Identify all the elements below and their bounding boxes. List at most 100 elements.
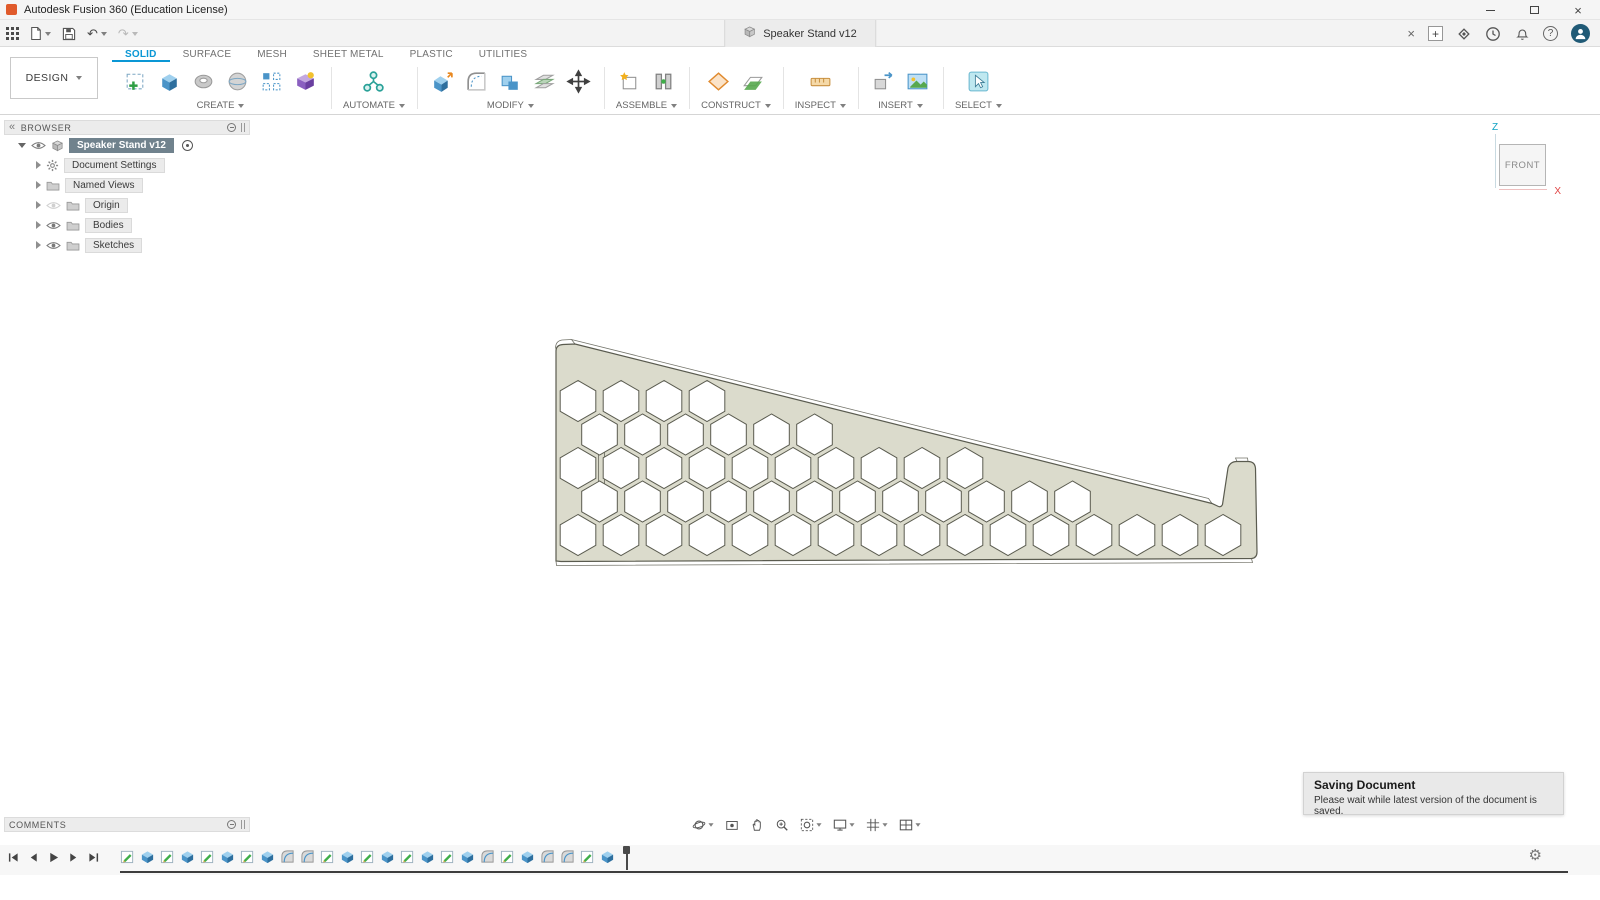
document-tab[interactable]: Speaker Stand v12 bbox=[724, 20, 876, 47]
extensions-icon[interactable] bbox=[1456, 26, 1472, 42]
timeline-track[interactable] bbox=[120, 871, 1568, 873]
redo-button[interactable]: ↷ bbox=[118, 27, 138, 40]
grid-snap-button[interactable] bbox=[862, 816, 892, 834]
panel-grip-icon[interactable] bbox=[241, 123, 245, 132]
timeline-feature-extrude-icon[interactable] bbox=[520, 849, 535, 864]
expand-arrow-icon[interactable] bbox=[36, 241, 41, 249]
timeline-feature-sketch-icon[interactable] bbox=[440, 849, 455, 864]
browser-item-document-settings[interactable]: Document Settings bbox=[4, 155, 250, 175]
browser-item-bodies[interactable]: Bodies bbox=[4, 215, 250, 235]
timeline-feature-extrude-icon[interactable] bbox=[460, 849, 475, 864]
root-component-label[interactable]: Speaker Stand v12 bbox=[69, 137, 174, 153]
expand-arrow-icon[interactable] bbox=[36, 201, 41, 209]
expand-arrow-icon[interactable] bbox=[18, 142, 26, 148]
browser-item-named-views[interactable]: Named Views bbox=[4, 175, 250, 195]
visibility-eye-icon[interactable] bbox=[31, 141, 46, 150]
select-menu[interactable]: SELECT bbox=[955, 98, 1002, 112]
timeline-feature-sketch-icon[interactable] bbox=[240, 849, 255, 864]
browser-item-label[interactable]: Bodies bbox=[85, 217, 132, 233]
press-pull-icon[interactable] bbox=[429, 68, 456, 95]
new-component-icon[interactable] bbox=[616, 68, 643, 95]
display-settings-button[interactable] bbox=[829, 816, 859, 834]
visibility-eye-icon[interactable] bbox=[46, 241, 61, 250]
timeline-feature-sketch-icon[interactable] bbox=[580, 849, 595, 864]
joint-icon[interactable] bbox=[650, 68, 677, 95]
extrude-icon[interactable] bbox=[156, 68, 183, 95]
timeline-feature-fillet-icon[interactable] bbox=[480, 849, 495, 864]
create-menu[interactable]: CREATE bbox=[197, 98, 245, 112]
tab-solid[interactable]: SOLID bbox=[112, 47, 170, 62]
pattern-icon[interactable] bbox=[258, 68, 285, 95]
browser-item-label[interactable]: Sketches bbox=[85, 237, 143, 253]
step-forward-button[interactable] bbox=[65, 849, 82, 866]
modify-menu[interactable]: MODIFY bbox=[487, 98, 534, 112]
construct-plane-icon[interactable] bbox=[705, 68, 732, 95]
revolve-icon[interactable] bbox=[190, 68, 217, 95]
timeline-feature-extrude-icon[interactable] bbox=[600, 849, 615, 864]
browser-item-label[interactable]: Document Settings bbox=[64, 157, 165, 173]
move-icon[interactable] bbox=[565, 68, 592, 95]
insert-menu[interactable]: INSERT bbox=[878, 98, 923, 112]
skip-to-end-button[interactable] bbox=[85, 849, 102, 866]
maximize-button[interactable] bbox=[1512, 0, 1556, 20]
tab-sheet-metal[interactable]: SHEET METAL bbox=[300, 47, 397, 62]
pan-button[interactable] bbox=[746, 816, 768, 834]
panel-grip-icon[interactable] bbox=[241, 820, 245, 829]
save-button[interactable] bbox=[62, 27, 76, 41]
viewcube-front-face[interactable]: FRONT bbox=[1499, 144, 1546, 186]
fillet-icon[interactable] bbox=[463, 68, 490, 95]
comments-header[interactable]: COMMENTS bbox=[4, 817, 250, 832]
viewcube[interactable]: Z FRONT X bbox=[1486, 121, 1562, 199]
tab-mesh[interactable]: MESH bbox=[244, 47, 300, 62]
timeline-marker[interactable] bbox=[622, 846, 631, 870]
close-tab-icon[interactable]: × bbox=[1407, 26, 1415, 41]
inspect-menu[interactable]: INSPECT bbox=[795, 98, 846, 112]
form-icon[interactable] bbox=[292, 68, 319, 95]
timeline-feature-sketch-icon[interactable] bbox=[320, 849, 335, 864]
file-menu-button[interactable] bbox=[30, 26, 51, 41]
timeline-feature-fillet-icon[interactable] bbox=[280, 849, 295, 864]
timeline-feature-extrude-icon[interactable] bbox=[180, 849, 195, 864]
measure-icon[interactable] bbox=[807, 68, 834, 95]
job-status-clock-icon[interactable] bbox=[1485, 26, 1501, 42]
sphere-icon[interactable] bbox=[224, 68, 251, 95]
combine-icon[interactable] bbox=[497, 68, 524, 95]
step-back-button[interactable] bbox=[25, 849, 42, 866]
visibility-eye-icon[interactable] bbox=[46, 201, 61, 210]
timeline-feature-sketch-icon[interactable] bbox=[200, 849, 215, 864]
construct-menu[interactable]: CONSTRUCT bbox=[701, 98, 771, 112]
look-at-button[interactable] bbox=[721, 816, 743, 834]
expand-arrow-icon[interactable] bbox=[36, 181, 41, 189]
browser-root-row[interactable]: Speaker Stand v12 bbox=[4, 135, 250, 155]
play-button[interactable] bbox=[45, 849, 62, 866]
timeline-feature-fillet-icon[interactable] bbox=[540, 849, 555, 864]
tab-utilities[interactable]: UTILITIES bbox=[466, 47, 540, 62]
user-avatar[interactable] bbox=[1571, 24, 1590, 43]
insert-derive-icon[interactable] bbox=[870, 68, 897, 95]
workspace-selector[interactable]: DESIGN bbox=[10, 57, 98, 99]
browser-header[interactable]: « BROWSER bbox=[4, 120, 250, 135]
timeline-feature-extrude-icon[interactable] bbox=[420, 849, 435, 864]
timeline-settings-gear-icon[interactable]: ⚙ bbox=[1529, 848, 1542, 863]
create-sketch-icon[interactable] bbox=[122, 68, 149, 95]
undo-button[interactable]: ↶ bbox=[87, 27, 107, 40]
browser-item-origin[interactable]: Origin bbox=[4, 195, 250, 215]
timeline-feature-sketch-icon[interactable] bbox=[500, 849, 515, 864]
timeline-feature-extrude-icon[interactable] bbox=[340, 849, 355, 864]
visibility-eye-icon[interactable] bbox=[46, 221, 61, 230]
hide-panel-icon[interactable] bbox=[227, 820, 236, 829]
app-grid-icon[interactable] bbox=[6, 27, 19, 40]
browser-item-label[interactable]: Named Views bbox=[65, 177, 143, 193]
browser-item-label[interactable]: Origin bbox=[85, 197, 128, 213]
timeline-feature-extrude-icon[interactable] bbox=[380, 849, 395, 864]
fit-button[interactable] bbox=[796, 816, 826, 834]
browser-item-sketches[interactable]: Sketches bbox=[4, 235, 250, 255]
notifications-bell-icon[interactable] bbox=[1514, 26, 1530, 42]
viewports-button[interactable] bbox=[895, 816, 925, 834]
skip-to-start-button[interactable] bbox=[5, 849, 22, 866]
timeline-feature-extrude-icon[interactable] bbox=[140, 849, 155, 864]
collapse-panel-icon[interactable]: « bbox=[9, 122, 16, 133]
timeline-feature-sketch-icon[interactable] bbox=[160, 849, 175, 864]
zoom-button[interactable] bbox=[771, 816, 793, 834]
help-icon[interactable]: ? bbox=[1543, 26, 1558, 41]
